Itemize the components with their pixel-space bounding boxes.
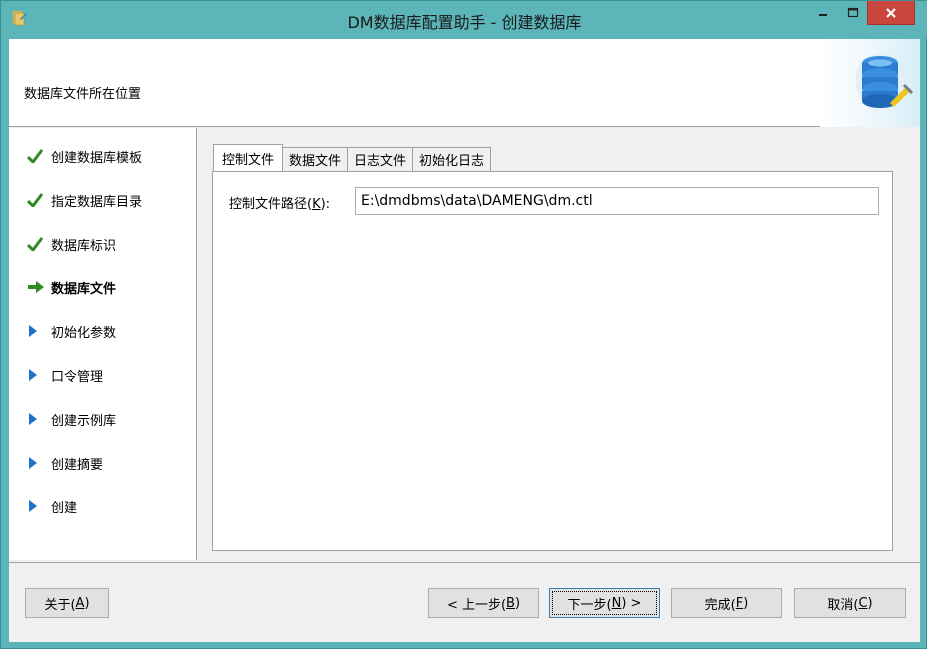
next-button[interactable]: 下一步(N) > xyxy=(549,588,660,618)
triangle-right-icon xyxy=(29,500,37,512)
control-file-path-label: 控制文件路径(K): xyxy=(229,197,331,212)
client-area: 数据库文件所在位置 创建数据库模板 指定数据库目录 数据库标识 数据库文件 初始… xyxy=(9,39,920,642)
step-label: 创建摘要 xyxy=(51,457,104,473)
step-label: 指定数据库目录 xyxy=(51,194,143,210)
step-create-template: 创建数据库模板 xyxy=(27,146,142,166)
close-button[interactable] xyxy=(867,1,915,25)
window-title: DM数据库配置助手 - 创建数据库 xyxy=(347,13,582,32)
check-icon xyxy=(27,237,43,251)
maximize-icon xyxy=(847,7,859,18)
step-password: 口令管理 xyxy=(27,365,103,385)
header-banner xyxy=(820,39,920,127)
wizard-header: 数据库文件所在位置 xyxy=(9,39,920,127)
tab-panel: 控制文件路径(K): xyxy=(212,171,893,551)
title-bar[interactable]: DM数据库配置助手 - 创建数据库 xyxy=(1,1,927,37)
arrow-right-icon xyxy=(28,281,44,293)
step-label: 创建数据库模板 xyxy=(51,150,143,166)
step-label: 数据库文件 xyxy=(51,281,117,297)
check-icon xyxy=(27,149,43,163)
step-label: 数据库标识 xyxy=(51,238,117,254)
check-icon xyxy=(27,193,43,207)
cancel-button[interactable]: 取消(C) xyxy=(794,588,906,618)
finish-button[interactable]: 完成(F) xyxy=(671,588,782,618)
step-db-directory: 指定数据库目录 xyxy=(27,190,142,210)
step-label: 口令管理 xyxy=(51,369,104,385)
about-button[interactable]: 关于(A) xyxy=(25,588,109,618)
footer-divider xyxy=(9,562,920,563)
step-label: 创建示例库 xyxy=(51,413,117,429)
minimize-button[interactable] xyxy=(809,1,837,25)
step-label: 创建 xyxy=(51,500,78,516)
step-db-files: 数据库文件 xyxy=(27,277,116,297)
minimize-icon xyxy=(819,14,827,16)
triangle-right-icon xyxy=(29,413,37,425)
step-label: 初始化参数 xyxy=(51,325,117,341)
tab-data-file[interactable]: 数据文件 xyxy=(282,147,349,171)
tab-log-file[interactable]: 日志文件 xyxy=(347,147,414,171)
step-create: 创建 xyxy=(27,496,77,516)
step-summary: 创建摘要 xyxy=(27,453,103,473)
triangle-right-icon xyxy=(29,325,37,337)
tab-control-file[interactable]: 控制文件 xyxy=(213,144,284,171)
file-tabs: 控制文件 数据文件 日志文件 初始化日志 xyxy=(213,144,492,171)
tab-init-log[interactable]: 初始化日志 xyxy=(412,147,492,171)
prev-button[interactable]: < 上一步(B) xyxy=(428,588,539,618)
step-db-identity: 数据库标识 xyxy=(27,234,116,254)
maximize-button[interactable] xyxy=(839,1,867,25)
step-sample-db: 创建示例库 xyxy=(27,409,116,429)
step-init-params: 初始化参数 xyxy=(27,321,116,341)
page-title: 数据库文件所在位置 xyxy=(24,87,142,102)
database-icon xyxy=(856,53,914,109)
close-icon xyxy=(886,7,896,18)
triangle-right-icon xyxy=(29,369,37,381)
window: DM数据库配置助手 - 创建数据库 数据库文件所在位置 创建数据库模板 指定数据… xyxy=(0,0,927,649)
wizard-steps: 创建数据库模板 指定数据库目录 数据库标识 数据库文件 初始化参数 口令管理 创… xyxy=(9,128,197,560)
triangle-right-icon xyxy=(29,457,37,469)
control-file-path-input[interactable] xyxy=(355,187,879,215)
